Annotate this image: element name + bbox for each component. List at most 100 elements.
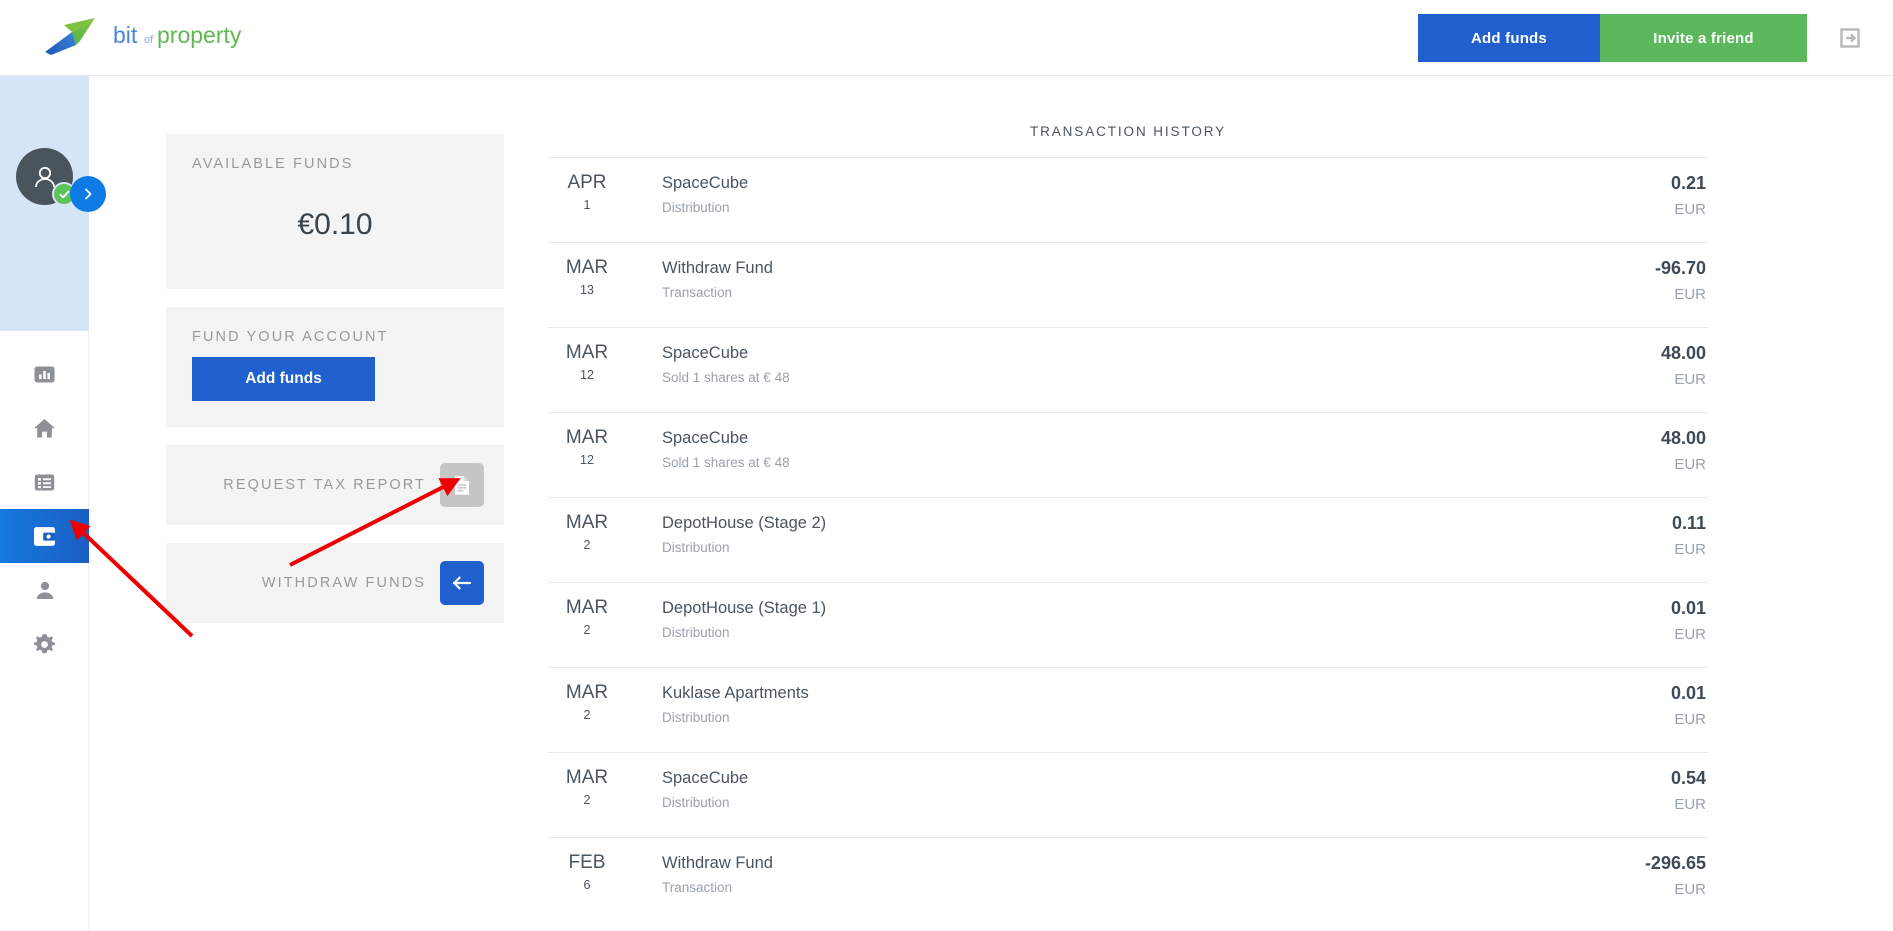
transaction-subtitle: Sold 1 shares at € 48 [662, 370, 790, 385]
sidebar-item-wallet[interactable] [0, 509, 89, 563]
transaction-currency: EUR [1674, 456, 1706, 473]
table-row[interactable]: MAR 2 DepotHouse (Stage 2) Distribution 0.11… [548, 497, 1708, 582]
transaction-subtitle: Distribution [662, 710, 730, 725]
sidebar [0, 76, 106, 931]
transaction-date: FEB 6 [548, 852, 626, 896]
person-icon [36, 581, 53, 599]
request-tax-report-card: REQUEST TAX REPORT [166, 445, 504, 525]
withdraw-funds-button[interactable] [440, 561, 484, 605]
transaction-history-panel: TRANSACTION HISTORY APR 1 SpaceCube Distrib… [548, 124, 1708, 922]
brand-logo[interactable]: bit of property [42, 14, 253, 58]
transaction-day: 1 [583, 198, 591, 212]
sidebar-item-statistics[interactable] [0, 347, 89, 401]
transaction-name: Withdraw Fund [662, 259, 773, 277]
transaction-month: APR [567, 172, 607, 193]
document-icon [455, 475, 469, 495]
transaction-day: 12 [580, 368, 594, 382]
logo-wordmark: bit of property [113, 22, 242, 48]
transaction-day: 2 [583, 793, 591, 807]
add-funds-button[interactable]: Add funds [1418, 14, 1600, 62]
table-row[interactable]: MAR 13 Withdraw Fund Transaction -96.70 EUR [548, 242, 1708, 327]
transaction-date: MAR 2 [548, 767, 626, 811]
transaction-date: MAR 2 [548, 512, 626, 556]
list-icon [34, 474, 55, 490]
transaction-amount: 48.00 [1660, 428, 1706, 448]
transaction-amount: 0.11 [1671, 513, 1706, 533]
transaction-amount-cell: -296.65 EUR [1508, 852, 1708, 899]
avatar[interactable] [16, 148, 76, 206]
transaction-name: DepotHouse (Stage 2) [662, 514, 827, 532]
transaction-amount-cell: 0.01 EUR [1508, 682, 1708, 729]
add-funds-card-button[interactable]: Add funds [192, 357, 375, 401]
app-header: bit of property Add funds Invite a frien… [0, 0, 1893, 76]
table-row[interactable]: APR 1 SpaceCube Distribution 0.21 EUR [548, 157, 1708, 242]
transaction-info: SpaceCube Sold 1 shares at € 48 [626, 427, 1508, 472]
transaction-info: Withdraw Fund Transaction [626, 852, 1508, 897]
transaction-subtitle: Transaction [662, 880, 733, 895]
transaction-name: SpaceCube [662, 769, 749, 787]
transaction-amount-cell: 0.11 EUR [1508, 512, 1708, 559]
transaction-info: Kuklase Apartments Distribution [626, 682, 1508, 727]
sidebar-nav [0, 331, 89, 671]
transaction-currency: EUR [1674, 286, 1706, 303]
transaction-currency: EUR [1674, 881, 1706, 898]
transaction-subtitle: Distribution [662, 795, 730, 810]
transaction-currency: EUR [1674, 626, 1706, 643]
available-funds-card: AVAILABLE FUNDS €0.10 [166, 134, 504, 289]
gear-icon [33, 633, 56, 653]
transaction-day: 6 [583, 878, 591, 892]
invite-a-friend-button[interactable]: Invite a friend [1600, 14, 1807, 62]
transaction-date: MAR 13 [548, 257, 626, 301]
transaction-day: 2 [583, 538, 591, 552]
table-row[interactable]: MAR 2 SpaceCube Distribution 0.54 EUR [548, 752, 1708, 837]
transaction-amount: 0.01 [1670, 683, 1706, 703]
table-row[interactable]: MAR 2 Kuklase Apartments Distribution 0.01 EU… [548, 667, 1708, 752]
header-actions: Add funds Invite a friend [1418, 0, 1893, 76]
table-row[interactable]: MAR 2 DepotHouse (Stage 1) Distribution 0.01… [548, 582, 1708, 667]
app-root: bit of property Add funds Invite a frien… [0, 0, 1893, 931]
transaction-subtitle: Distribution [662, 200, 730, 215]
transaction-month: MAR [565, 342, 609, 363]
transaction-day: 2 [583, 623, 591, 637]
logout-button[interactable] [1807, 14, 1893, 62]
request-tax-report-button[interactable] [440, 463, 484, 507]
request-tax-report-label: REQUEST TAX REPORT [223, 477, 426, 493]
transaction-month: MAR [565, 597, 609, 618]
available-funds-value: €0.10 [297, 208, 373, 241]
sidebar-item-portfolio[interactable] [0, 455, 89, 509]
logo-text-of: of [144, 34, 154, 46]
transaction-info: DepotHouse (Stage 2) Distribution [626, 512, 1508, 557]
transaction-date: MAR 12 [548, 342, 626, 386]
transaction-subtitle: Sold 1 shares at € 48 [662, 455, 790, 470]
table-row[interactable]: MAR 12 SpaceCube Sold 1 shares at € 48 48.00… [548, 327, 1708, 412]
sidebar-expand-toggle[interactable] [70, 176, 106, 212]
transaction-month: MAR [565, 427, 609, 448]
transaction-name: SpaceCube [662, 174, 749, 192]
transaction-currency: EUR [1674, 796, 1706, 813]
table-row[interactable]: FEB 6 Withdraw Fund Transaction -296.65 EUR [548, 837, 1708, 922]
sidebar-item-profile[interactable] [0, 563, 89, 617]
wallet-icon [34, 526, 55, 546]
transaction-name: SpaceCube [662, 344, 749, 362]
transaction-info: SpaceCube Distribution [626, 172, 1508, 217]
wallet-left-panel: AVAILABLE FUNDS €0.10 FUND YOUR ACCOUNT … [166, 134, 504, 641]
transaction-amount-cell: 0.21 EUR [1508, 172, 1708, 219]
transaction-info: SpaceCube Distribution [626, 767, 1508, 812]
transaction-month: MAR [565, 767, 609, 788]
table-row[interactable]: MAR 12 SpaceCube Sold 1 shares at € 48 48.00… [548, 412, 1708, 497]
transaction-currency: EUR [1674, 711, 1706, 728]
transaction-amount: 0.01 [1670, 598, 1706, 618]
transaction-amount-cell: 48.00 EUR [1508, 427, 1708, 474]
transaction-amount: 0.54 [1670, 768, 1706, 788]
sidebar-item-home[interactable] [0, 401, 89, 455]
available-funds-label: AVAILABLE FUNDS [192, 156, 354, 172]
transaction-name: Withdraw Fund [662, 854, 773, 872]
transaction-date: MAR 2 [548, 597, 626, 641]
transaction-subtitle: Distribution [662, 625, 730, 640]
transaction-amount-cell: 48.00 EUR [1508, 342, 1708, 389]
transaction-month: FEB [568, 852, 606, 873]
logo-text-bit: bit [113, 22, 138, 48]
bar-chart-icon [34, 366, 55, 382]
transaction-amount: -296.65 [1644, 853, 1706, 873]
sidebar-item-settings[interactable] [0, 617, 89, 671]
